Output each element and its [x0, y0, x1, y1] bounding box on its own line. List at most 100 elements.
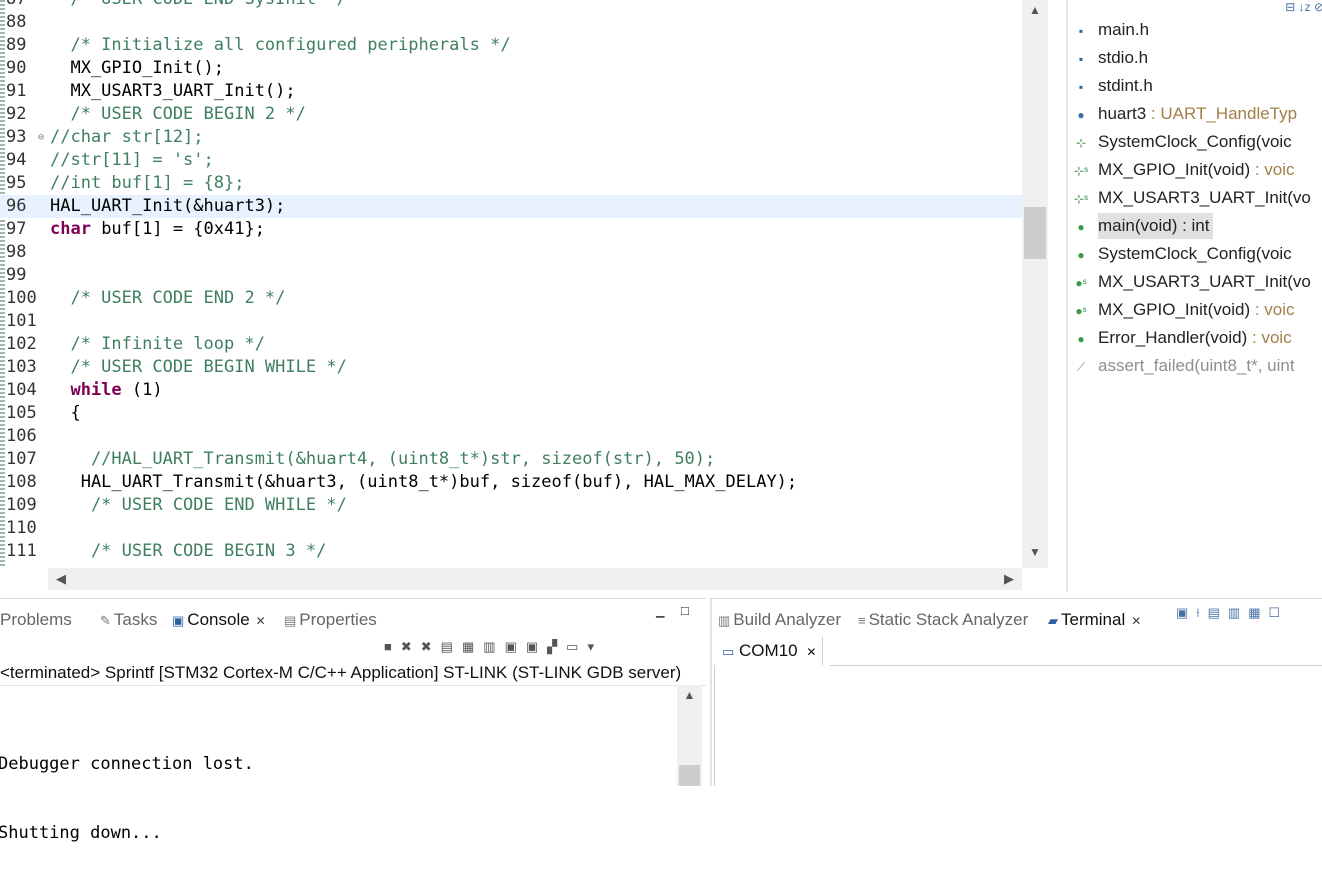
code-line[interactable]: 103 /* USER CODE BEGIN WHILE */: [0, 356, 1022, 379]
outline-item-label: main(void) : int: [1098, 216, 1210, 235]
code-line[interactable]: 91 MX_USART3_UART_Init();: [0, 80, 1022, 103]
disconnect-icon[interactable]: ▥: [1228, 605, 1248, 620]
minimize-icon[interactable]: ▁: [656, 605, 664, 618]
code-text: HAL_UART_Transmit(&huart3, (uint8_t*)buf…: [50, 472, 798, 492]
outline-item[interactable]: ▪ main.h: [1079, 17, 1149, 43]
close-icon[interactable]: ✕: [806, 645, 816, 659]
word-wrap-icon[interactable]: ▥: [483, 639, 504, 654]
code-line[interactable]: 101: [0, 310, 1022, 333]
display-console-icon[interactable]: ▭: [566, 639, 587, 654]
code-text: MX_USART3_UART_Init();: [50, 81, 296, 101]
clear-terminal-icon[interactable]: ▦: [1248, 605, 1268, 620]
tab-terminal[interactable]: ▰ Terminal ✕: [1046, 605, 1144, 635]
editor-vertical-scrollbar[interactable]: ▲ ▼: [1022, 0, 1048, 568]
outline-item[interactable]: ● huart3 : UART_HandleTyp: [1077, 101, 1297, 127]
terminate-icon[interactable]: ■: [384, 639, 401, 654]
code-line[interactable]: 107 //HAL_UART_Transmit(&huart4, (uint8_…: [0, 448, 1022, 471]
code-line[interactable]: 111 /* USER CODE BEGIN 3 */: [0, 540, 1022, 563]
code-line[interactable]: 88: [0, 11, 1022, 34]
code-line[interactable]: 98: [0, 241, 1022, 264]
code-line[interactable]: 100 /* USER CODE END 2 */: [0, 287, 1022, 310]
code-line[interactable]: 95 //int buf[1] = {8};: [0, 172, 1022, 195]
code-line[interactable]: 90 MX_GPIO_Init();: [0, 57, 1022, 80]
code-line[interactable]: 94 //str[11] = 's';: [0, 149, 1022, 172]
outline-item[interactable]: ▪ stdint.h: [1079, 73, 1153, 99]
scroll-lock-icon[interactable]: ▦: [462, 639, 483, 654]
outline-item[interactable]: ⟋ assert_failed(uint8_t*, uint: [1077, 353, 1295, 379]
code-text: /* USER CODE END SysInit */: [50, 0, 346, 11]
outline-item[interactable]: ● main(void) : int: [1077, 213, 1214, 239]
code-line[interactable]: 110: [0, 517, 1022, 540]
toggle-command-input-icon[interactable]: ⟊: [1196, 605, 1207, 620]
close-icon[interactable]: ✕: [256, 614, 266, 628]
new-terminal-icon[interactable]: ▣: [1176, 605, 1196, 620]
code-lines[interactable]: 87 /* USER CODE END SysInit */8889 /* In…: [0, 0, 1022, 563]
scrollbar-thumb[interactable]: [1024, 207, 1046, 259]
code-line[interactable]: 99: [0, 264, 1022, 287]
maximize-icon[interactable]: ☐: [680, 605, 690, 618]
code-line[interactable]: 97 char buf[1] = {0x41};: [0, 218, 1022, 241]
line-number: 93: [6, 127, 27, 147]
remove-all-icon[interactable]: ✖: [421, 639, 441, 654]
outline-item[interactable]: ▪ stdio.h: [1079, 45, 1148, 71]
line-number: 106: [6, 426, 37, 446]
outline-item[interactable]: ⊹ˢ MX_GPIO_Init(void) : voic: [1074, 157, 1295, 183]
subtab-divider: [830, 665, 1322, 666]
collapse-all-icon[interactable]: ⊟: [1285, 0, 1295, 14]
code-line[interactable]: 106: [0, 425, 1022, 448]
code-line[interactable]: 89 /* Initialize all configured peripher…: [0, 34, 1022, 57]
close-icon[interactable]: ✕: [1131, 614, 1141, 628]
code-line[interactable]: 87 /* USER CODE END SysInit */: [0, 0, 1022, 11]
stack-analyzer-icon: ≡: [858, 613, 866, 628]
outline-item[interactable]: ● Error_Handler(void) : voic: [1077, 325, 1291, 351]
show-on-stdout-icon[interactable]: ▣: [505, 639, 526, 654]
pin-console-icon[interactable]: ▞: [547, 639, 566, 654]
code-line[interactable]: 96 HAL_UART_Init(&huart3);: [0, 195, 1022, 218]
code-text: //HAL_UART_Transmit(&huart4, (uint8_t*)s…: [50, 449, 716, 469]
tab-console[interactable]: ▣ Console ✕: [170, 605, 268, 635]
hide-fields-icon[interactable]: ⊘: [1314, 0, 1322, 14]
scrollbar-thumb[interactable]: [679, 765, 700, 786]
code-editor[interactable]: 87 /* USER CODE END SysInit */8889 /* In…: [0, 0, 1048, 592]
outline-item[interactable]: ●ˢ MX_GPIO_Init(void) : voic: [1075, 297, 1295, 323]
code-line[interactable]: 92 /* USER CODE BEGIN 2 */: [0, 103, 1022, 126]
tab-static-stack-analyzer[interactable]: ≡ Static Stack Analyzer: [858, 605, 1028, 635]
line-number: 91: [6, 81, 27, 101]
scroll-right-arrow-icon[interactable]: ▶: [1000, 568, 1018, 590]
sort-icon[interactable]: ↓z: [1299, 0, 1311, 14]
remove-launch-icon[interactable]: ✖: [401, 639, 421, 654]
terminal-subtab-com10[interactable]: ▭ COM10 ✕: [716, 637, 824, 665]
tab-problems[interactable]: Problems: [0, 605, 72, 635]
open-console-icon[interactable]: ▾: [587, 639, 603, 654]
maximize-icon[interactable]: ☐: [1269, 605, 1289, 620]
scroll-left-arrow-icon[interactable]: ◀: [52, 568, 70, 590]
clear-console-icon[interactable]: ▤: [441, 639, 462, 654]
editor-horizontal-scrollbar[interactable]: ◀ ▶: [48, 568, 1022, 590]
tab-build-analyzer[interactable]: ▥ Build Analyzer: [718, 605, 841, 635]
scroll-up-arrow-icon[interactable]: ▲: [677, 685, 702, 705]
show-on-stderr-icon[interactable]: ▣: [526, 639, 547, 654]
outline-item[interactable]: ●ˢ MX_USART3_UART_Init(vo: [1075, 269, 1311, 295]
scroll-lock-icon[interactable]: ▤: [1208, 605, 1228, 620]
code-line[interactable]: 102 /* Infinite loop */: [0, 333, 1022, 356]
tab-properties[interactable]: ▤ Properties: [284, 605, 377, 635]
console-output[interactable]: Debugger connection lost. Shutting down.…: [0, 707, 254, 891]
scroll-up-arrow-icon[interactable]: ▲: [1022, 0, 1048, 20]
line-number: 103: [6, 357, 37, 377]
console-vertical-scrollbar[interactable]: ▲: [677, 685, 702, 786]
code-text: {: [50, 403, 81, 423]
code-line[interactable]: 93 ⊖ //char str[12];: [0, 126, 1022, 149]
variable-icon: ●: [1077, 108, 1085, 122]
code-line[interactable]: 105 {: [0, 402, 1022, 425]
tab-tasks[interactable]: ✎ Tasks: [100, 605, 157, 635]
scroll-down-arrow-icon[interactable]: ▼: [1022, 542, 1048, 562]
fold-toggle-icon[interactable]: ⊖: [38, 126, 44, 149]
code-line[interactable]: 109 /* USER CODE END WHILE */: [0, 494, 1022, 517]
code-line[interactable]: 104 while (1): [0, 379, 1022, 402]
line-number: 90: [6, 58, 27, 78]
outline-item[interactable]: ⊹ˢ MX_USART3_UART_Init(vo: [1074, 185, 1311, 211]
outline-item[interactable]: ⊹ SystemClock_Config(voic: [1076, 129, 1292, 155]
code-line[interactable]: 108 HAL_UART_Transmit(&huart3, (uint8_t*…: [0, 471, 1022, 494]
outline-item-type: : voic: [1250, 300, 1295, 319]
outline-item[interactable]: ● SystemClock_Config(voic: [1077, 241, 1291, 267]
